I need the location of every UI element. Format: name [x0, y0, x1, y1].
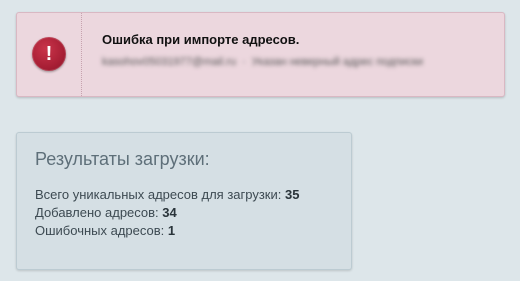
total-label: Всего уникальных адресов для загрузки:	[35, 187, 285, 202]
error-message: Указан неверный адрес подписки	[251, 56, 424, 68]
results-title: Результаты загрузки:	[35, 149, 210, 169]
errors-stat: Ошибочных адресов: 1	[35, 222, 299, 240]
error-detail: kasohov05031977@mail.ru · Указан неверный …	[102, 56, 424, 68]
added-label: Добавлено адресов:	[35, 205, 163, 220]
added-value: 34	[162, 205, 177, 220]
total-stat: Всего уникальных адресов для загрузки: 3…	[35, 186, 299, 204]
error-email: kasohov05031977@mail.ru	[102, 56, 237, 68]
added-stat: Добавлено адресов: 34	[35, 204, 299, 222]
errors-label: Ошибочных адресов:	[35, 223, 168, 238]
results-panel: Результаты загрузки: Всего уникальных ад…	[16, 132, 352, 270]
results-stats: Всего уникальных адресов для загрузки: 3…	[35, 186, 299, 240]
divider	[81, 13, 82, 96]
error-title: Ошибка при импорте адресов.	[102, 32, 300, 47]
total-value: 35	[284, 187, 300, 202]
error-icon: !	[32, 37, 66, 71]
errors-value: 1	[167, 223, 176, 238]
error-panel: ! Ошибка при импорте адресов. kasohov050…	[16, 12, 505, 97]
